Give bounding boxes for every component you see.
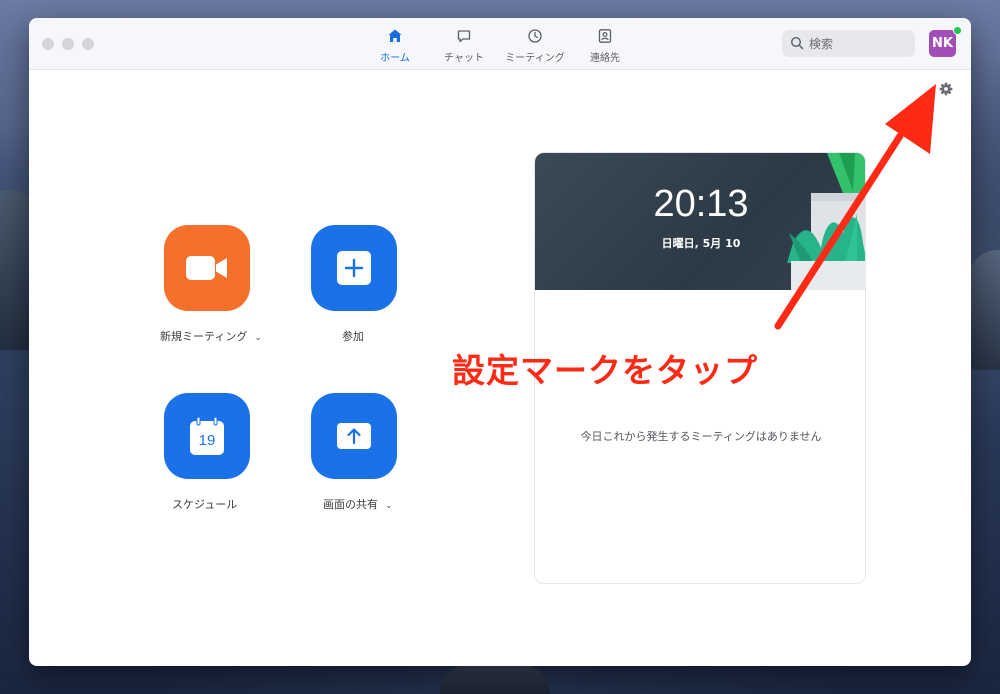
close-window-button[interactable] [42,38,54,50]
search-input[interactable] [809,30,909,57]
calendar-icon: 19 [189,416,225,456]
annotation-text: 設定マークをタップ [452,351,758,390]
wallpaper-rock-bottom [440,664,550,694]
share-screen-label[interactable]: 画面の共有 ⌄ [323,496,393,512]
join-button[interactable] [311,225,397,311]
video-camera-icon [186,256,227,280]
tab-chat[interactable]: チャット [424,28,504,64]
calendar-day-number: 19 [198,432,216,449]
new-meeting-label[interactable]: 新規ミーティング ⌄ [160,328,262,344]
chat-icon [424,28,504,45]
tab-chat-label: チャット [444,53,484,64]
red-arrow-icon [774,84,936,330]
plus-icon [337,251,371,285]
tab-contacts[interactable]: 連絡先 [565,28,645,64]
title-bar: ホーム チャット ミーティング 連絡先 NK [29,18,971,70]
search-box[interactable] [782,30,915,57]
share-screen-button[interactable] [311,393,397,479]
search-icon [790,36,804,50]
join-label[interactable]: 参加 [342,328,364,344]
chevron-down-icon[interactable]: ⌄ [254,333,262,343]
share-up-arrow-icon [337,423,371,449]
no-meetings-message: 今日これから発生するミーティングはありません [580,430,822,443]
avatar[interactable]: NK [929,30,956,57]
tab-meeting[interactable]: ミーティング [495,28,575,64]
schedule-label[interactable]: スケジュール [172,496,237,512]
tab-home[interactable]: ホーム [355,28,435,64]
tab-meeting-label: ミーティング [505,53,565,64]
zoom-window-button[interactable] [82,38,94,50]
window-controls [42,38,94,50]
wallpaper-rock-right [968,250,1000,370]
schedule-button[interactable]: 19 [164,393,250,479]
clock-icon [495,28,575,45]
tab-contacts-label: 連絡先 [590,53,620,64]
minimize-window-button[interactable] [62,38,74,50]
new-meeting-button[interactable] [164,225,250,311]
chevron-down-icon[interactable]: ⌄ [385,501,393,511]
home-icon [355,28,435,45]
tab-home-label: ホーム [380,53,410,64]
contact-icon [565,28,645,45]
presence-status-dot [953,26,962,35]
